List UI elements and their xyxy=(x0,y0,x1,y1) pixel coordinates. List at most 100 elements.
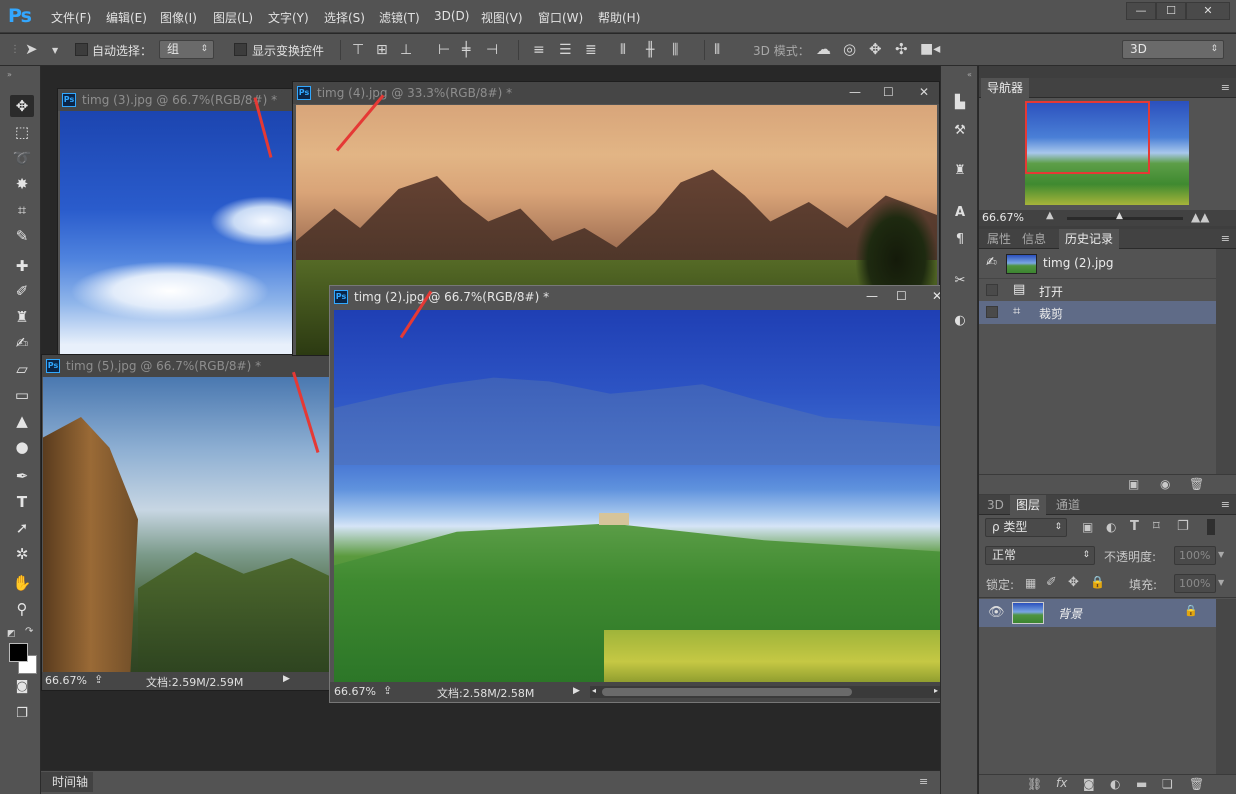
foreground-color-swatch[interactable] xyxy=(9,643,28,662)
doc-maximize-icon[interactable]: ☐ xyxy=(883,85,894,99)
align-bottom-icon[interactable]: ⊥ xyxy=(400,43,412,57)
navigator-zoom-value[interactable]: 66.67% xyxy=(982,211,1024,224)
move-tool-icon[interactable]: ✥ xyxy=(10,95,34,117)
lock-all-icon[interactable]: 🔒 xyxy=(1090,575,1105,589)
panel-menu-icon[interactable]: ≡ xyxy=(1221,232,1230,245)
swap-colors-icon[interactable]: ↷ xyxy=(25,625,33,639)
link-layers-icon[interactable]: ⛓ xyxy=(1027,777,1042,791)
menu-image[interactable]: 图像(I) xyxy=(160,9,197,26)
menu-help[interactable]: 帮助(H) xyxy=(598,9,640,26)
align-top-icon[interactable]: ⊤ xyxy=(352,43,364,57)
brush-tool-icon[interactable]: ✐ xyxy=(10,280,34,302)
tab-navigator[interactable]: 导航器 xyxy=(981,78,1030,98)
rotate-3d-icon[interactable]: ☁ xyxy=(816,42,831,57)
share-icon[interactable]: ⇪ xyxy=(383,684,392,697)
history-source-checkbox[interactable] xyxy=(986,306,998,318)
pen-tool-icon[interactable]: ✒ xyxy=(10,465,34,487)
panel-menu-icon[interactable]: ≡ xyxy=(919,775,928,788)
opacity-dropdown-arrow-icon[interactable]: ▼ xyxy=(1218,550,1224,559)
filter-toggle-switch[interactable] xyxy=(1207,519,1215,535)
share-icon[interactable]: ⇪ xyxy=(94,673,103,686)
scroll-right-icon[interactable]: ▸ xyxy=(934,686,938,695)
lock-image-icon[interactable]: ✐ xyxy=(1046,575,1057,590)
healing-brush-tool-icon[interactable]: ✚ xyxy=(10,255,34,277)
fill-dropdown-arrow-icon[interactable]: ▼ xyxy=(1218,578,1224,587)
snapshot-camera-icon[interactable]: ◉ xyxy=(1160,477,1170,491)
collapse-chevron-icon[interactable]: « xyxy=(967,68,972,82)
chevron-down-icon[interactable]: ▼ xyxy=(52,44,58,58)
history-snapshot[interactable]: ✍ timg (2).jpg xyxy=(979,251,1216,277)
align-vcenter-icon[interactable]: ⊞ xyxy=(376,43,388,57)
camera-3d-icon[interactable]: ■◂ xyxy=(920,42,940,56)
zoom-out-mountain-icon[interactable]: ▲ xyxy=(1046,210,1054,221)
auto-select-checkbox[interactable] xyxy=(75,43,88,56)
scroll-left-icon[interactable]: ◂ xyxy=(592,686,596,695)
swatches-panel-icon[interactable]: ◐ xyxy=(952,313,968,329)
crop-tool-icon[interactable]: ⌗ xyxy=(10,199,34,221)
doc-minimize-icon[interactable]: — xyxy=(866,289,878,303)
layers-scrollbar[interactable] xyxy=(1216,599,1236,774)
move-tool-preset-icon[interactable]: ➤ xyxy=(25,42,38,57)
marquee-tool-icon[interactable]: ⬚ xyxy=(10,121,34,143)
doc-maximize-icon[interactable]: ☐ xyxy=(896,289,907,303)
filter-type-icon[interactable]: T xyxy=(1130,519,1139,534)
navigator-view-rectangle[interactable] xyxy=(1025,101,1150,174)
tab-info[interactable]: 信息 xyxy=(1016,229,1052,249)
menu-window[interactable]: 窗口(W) xyxy=(538,9,583,26)
history-brush-source-icon[interactable]: ✍ xyxy=(986,255,997,270)
fill-input[interactable]: 100% xyxy=(1174,574,1216,593)
menu-type[interactable]: 文字(Y) xyxy=(268,9,309,26)
character-panel-icon[interactable]: A xyxy=(952,205,968,221)
minimize-button[interactable]: — xyxy=(1126,2,1156,20)
document-window-timg2[interactable]: Ps timg (2).jpg @ 66.7%(RGB/8#) * — ☐ ✕ … xyxy=(329,285,969,703)
show-transform-checkbox[interactable] xyxy=(234,43,247,56)
layer-name[interactable]: 背景 xyxy=(1058,605,1082,622)
distribute-vcenter-icon[interactable]: ☰ xyxy=(559,43,572,57)
tab-3d[interactable]: 3D xyxy=(981,495,1010,515)
path-selection-tool-icon[interactable]: ➚ xyxy=(10,517,34,539)
blend-mode-dropdown[interactable]: 正常 ⇕ xyxy=(985,546,1095,565)
roll-3d-icon[interactable]: ◎ xyxy=(843,42,856,57)
pan-3d-icon[interactable]: ✥ xyxy=(869,42,882,57)
eraser-tool-icon[interactable]: ▱ xyxy=(10,358,34,380)
document-title-bar[interactable]: Ps timg (4).jpg @ 33.3%(RGB/8#) * — ☐ ✕ xyxy=(293,82,939,104)
menu-edit[interactable]: 编辑(E) xyxy=(106,9,147,26)
lock-position-icon[interactable]: ✥ xyxy=(1068,575,1079,590)
sky-image-canvas[interactable] xyxy=(60,111,324,357)
layer-lock-icon[interactable]: 🔒 xyxy=(1184,604,1198,617)
opacity-input[interactable]: 100% xyxy=(1174,546,1216,565)
menu-layer[interactable]: 图层(L) xyxy=(213,9,253,26)
layer-visibility-eye-icon[interactable]: 👁 xyxy=(988,605,1005,620)
collapse-chevron-icon[interactable]: » xyxy=(7,68,12,82)
document-window-timg5[interactable]: Ps timg (5).jpg @ 66.7%(RGB/8#) * 66.67%… xyxy=(41,354,331,691)
type-tool-icon[interactable]: T xyxy=(10,491,34,513)
filter-shape-icon[interactable]: ⌑ xyxy=(1153,519,1160,534)
layer-row[interactable]: 👁 背景 🔒 xyxy=(979,599,1216,627)
lock-transparent-icon[interactable]: ▦ xyxy=(1025,576,1036,590)
auto-select-dropdown[interactable]: 组 ⇕ xyxy=(159,40,214,59)
quick-mask-icon[interactable]: ◙ xyxy=(10,676,34,698)
zoom-in-mountain-icon[interactable]: ▲▲ xyxy=(1191,210,1209,224)
document-window-timg3[interactable]: Ps timg (3).jpg @ 66.7%(RGB/8#) * xyxy=(57,88,327,358)
horizontal-scrollbar[interactable]: ◂ ▸ xyxy=(590,686,944,698)
slide-3d-icon[interactable]: ✣ xyxy=(895,42,908,57)
zoom-tool-icon[interactable]: ⚲ xyxy=(10,598,34,620)
document-title-bar[interactable]: Ps timg (5).jpg @ 66.7%(RGB/8#) * xyxy=(42,355,330,377)
history-brush-tool-icon[interactable]: ✍ xyxy=(10,332,34,354)
history-step[interactable]: ⌗ 裁剪 xyxy=(979,301,1216,324)
menu-file[interactable]: 文件(F) xyxy=(51,9,91,26)
align-hcenter-icon[interactable]: ╪ xyxy=(462,43,470,57)
brush-panel-icon[interactable]: ⚒ xyxy=(952,123,968,139)
distribute-left-icon[interactable]: ⫴ xyxy=(620,43,626,57)
eyedropper-tool-icon[interactable]: ✎ xyxy=(10,225,34,247)
new-adjustment-layer-icon[interactable]: ◐ xyxy=(1110,777,1120,791)
new-document-from-state-icon[interactable]: ▣ xyxy=(1128,477,1139,491)
dodge-tool-icon[interactable]: ● xyxy=(10,436,34,458)
history-source-checkbox[interactable] xyxy=(986,284,998,296)
status-menu-arrow-icon[interactable]: ▶ xyxy=(283,674,290,684)
close-button[interactable]: ✕ xyxy=(1186,2,1230,20)
zoom-slider-track[interactable] xyxy=(1067,217,1183,220)
zoom-slider-thumb[interactable]: ▲ xyxy=(1116,211,1123,221)
layer-filter-kind-dropdown[interactable]: ρ 类型 ⇕ xyxy=(985,518,1067,537)
menu-select[interactable]: 选择(S) xyxy=(324,9,365,26)
